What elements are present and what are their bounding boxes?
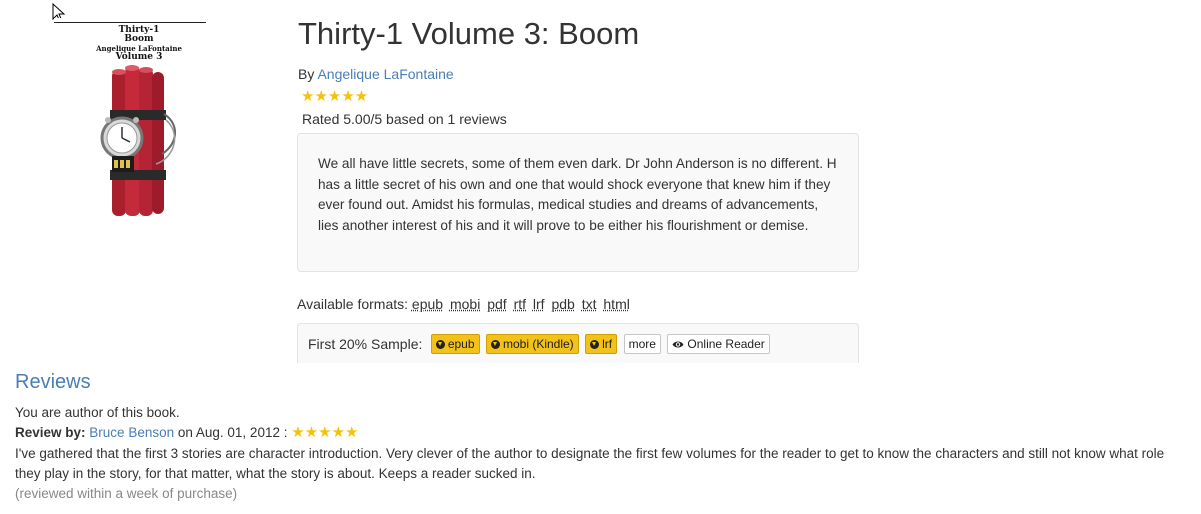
- sample-lrf-label: lrf: [602, 337, 613, 351]
- format-epub[interactable]: epub: [412, 296, 443, 312]
- review-stars-icon: ★★★★★: [291, 424, 359, 441]
- cover-volume-line: Volume 3: [115, 52, 163, 62]
- sample-epub-button[interactable]: epub: [430, 334, 480, 354]
- book-cover[interactable]: Thirty-1 Boom Angelique LaFontaine Volum…: [54, 18, 214, 218]
- author-note: You are author of this book.: [15, 405, 180, 420]
- byline: By Angelique LaFontaine: [298, 65, 454, 83]
- format-pdf[interactable]: pdf: [487, 296, 506, 312]
- review-body: I've gathered that the first 3 stories a…: [15, 446, 1165, 481]
- book-description: We all have little secrets, some of them…: [318, 156, 837, 233]
- sample-lrf-button[interactable]: lrf: [585, 334, 618, 354]
- cover-title: Thirty-1 Boom Angelique LaFontaine Volum…: [54, 26, 224, 62]
- sample-mobi-label: mobi (Kindle): [502, 337, 574, 351]
- sample-download-box: First 20% Sample: epub mobi (Kindle) lrf…: [297, 323, 859, 363]
- online-reader-label: Online Reader: [687, 337, 765, 351]
- by-label: By: [298, 66, 315, 82]
- rating-stars-icon: ★★★★★: [301, 88, 369, 105]
- formats-label: Available formats:: [297, 296, 409, 312]
- cover-title-line: Boom: [124, 34, 154, 44]
- format-txt[interactable]: txt: [582, 296, 597, 312]
- sample-more-button[interactable]: more: [623, 334, 661, 354]
- available-formats: Available formats: epub mobi pdf rtf lrf…: [297, 295, 633, 313]
- cover-rule: [54, 22, 206, 23]
- download-icon: [490, 340, 500, 349]
- rating-summary: Rated 5.00/5 based on 1 reviews: [302, 111, 507, 127]
- book-title: Thirty-1 Volume 3: Boom: [298, 16, 640, 51]
- reviews-heading: Reviews: [15, 371, 91, 393]
- review-date: on Aug. 01, 2012 :: [177, 425, 288, 440]
- format-rtf[interactable]: rtf: [514, 296, 526, 312]
- review-by-label: Review by:: [15, 425, 86, 440]
- format-pdb[interactable]: pdb: [551, 296, 574, 312]
- review-purchase-note: (reviewed within a week of purchase): [15, 486, 238, 501]
- download-icon: [435, 340, 445, 349]
- format-lrf[interactable]: lrf: [533, 296, 545, 312]
- description-box: We all have little secrets, some of them…: [297, 133, 859, 272]
- format-mobi[interactable]: mobi: [450, 296, 480, 312]
- format-html[interactable]: html: [603, 296, 629, 312]
- author-link[interactable]: Angelique LaFontaine: [317, 66, 453, 82]
- sample-label: First 20% Sample:: [308, 336, 423, 352]
- online-reader-button[interactable]: Online Reader: [667, 334, 770, 354]
- sample-mobi-button[interactable]: mobi (Kindle): [485, 334, 579, 354]
- download-icon: [590, 340, 600, 349]
- eye-icon: [672, 341, 684, 348]
- review-header: Review by: Bruce Benson on Aug. 01, 2012…: [15, 424, 359, 442]
- book-page: Thirty-1 Boom Angelique LaFontaine Volum…: [0, 0, 1201, 514]
- sample-epub-label: epub: [447, 337, 475, 351]
- sample-more-label: more: [628, 337, 656, 351]
- reviewer-link[interactable]: Bruce Benson: [89, 425, 174, 440]
- dynamite-bomb-illustration: [100, 65, 176, 216]
